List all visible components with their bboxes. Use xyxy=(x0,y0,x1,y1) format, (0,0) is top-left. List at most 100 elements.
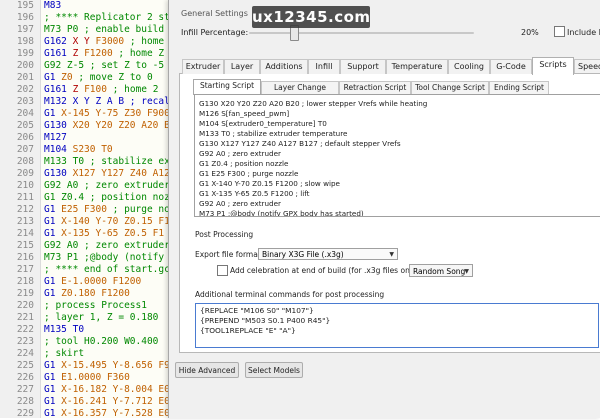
code-token: M104 xyxy=(44,144,73,155)
starting-script-textarea[interactable]: G130 X20 Y20 Z20 A20 B20 ; lower stepper… xyxy=(194,94,600,217)
hide-advanced-button[interactable]: Hide Advanced xyxy=(175,362,239,378)
script-tab-layer-change[interactable]: Layer Change Script xyxy=(261,81,339,104)
line-number: 222 xyxy=(16,324,34,335)
code-line: G1 X-16.241 Y-7.712 E0.0089 xyxy=(44,396,184,408)
code-token: F1200 xyxy=(84,48,119,59)
tab-cooling[interactable]: Cooling xyxy=(448,59,490,74)
line-number: 213 xyxy=(16,216,34,227)
code-token: E1.0000 F360 xyxy=(61,372,130,383)
line-number: 197 xyxy=(16,24,34,35)
tab-extruder[interactable]: Extruder xyxy=(182,59,224,74)
script-line: M133 T0 ; stabilize extruder temperature xyxy=(199,129,348,138)
code-line: M73 P1 ;@body (notify xyxy=(44,252,184,264)
code-token: ; tool H0.200 W0.400 xyxy=(44,336,159,347)
line-number: 204 xyxy=(16,108,34,119)
song-value: Random Song xyxy=(413,267,466,276)
code-token: G1 xyxy=(44,228,62,239)
tab-additions[interactable]: Additions xyxy=(260,59,308,74)
general-settings-title: General Settings xyxy=(181,9,248,18)
tab-layer[interactable]: Layer xyxy=(224,59,260,74)
line-number: 199 xyxy=(16,48,34,59)
code-token: X127 Y127 Z40 A12 xyxy=(72,168,170,179)
song-select[interactable]: Random Song ▼ xyxy=(409,264,473,277)
line-number: 201 xyxy=(16,72,34,83)
code-token: G1 xyxy=(44,372,62,383)
code-line: G161 Z F100 ; home 2 xyxy=(44,84,184,96)
watermark: ux12345.com xyxy=(252,6,370,28)
line-number: 218 xyxy=(16,276,34,287)
script-tab-starting[interactable]: Starting Script xyxy=(193,79,261,95)
include-checkbox[interactable] xyxy=(554,26,565,37)
code-line: ; **** end of start.gc xyxy=(44,264,184,276)
select-models-button[interactable]: Select Models xyxy=(245,362,303,378)
code-token: ; layer 1, Z = 0.180 xyxy=(44,312,159,323)
command-line: {REPLACE "M106 S0" "M107"} xyxy=(200,306,314,315)
tab-support[interactable]: Support xyxy=(340,59,386,74)
code-line: G1 Z0.4 ; position noz xyxy=(44,192,184,204)
code-token: S230 T0 xyxy=(72,144,113,155)
code-token: G162 xyxy=(44,36,73,47)
line-number: 220 xyxy=(16,300,34,311)
line-number: 196 xyxy=(16,12,34,23)
code-token: F3000 xyxy=(95,36,130,47)
code-line: G1 E25 F300 ; purge noz xyxy=(44,204,184,216)
infill-slider-track[interactable] xyxy=(249,32,474,34)
tab-infill[interactable]: Infill xyxy=(308,59,340,74)
code-token: G1 xyxy=(44,108,62,119)
code-token: X20 Y20 Z20 A20 B xyxy=(72,120,170,131)
line-number: 214 xyxy=(16,228,34,239)
script-tab-ending[interactable]: Ending Script xyxy=(489,81,549,94)
code-token: ; skirt xyxy=(44,348,85,359)
code-line: G1 Z0 ; move Z to 0 xyxy=(44,72,184,84)
code-token: G92 A0 ; zero extruder xyxy=(44,180,170,191)
code-token: M133 T0 ; stabilize ex xyxy=(44,156,170,167)
line-number: 210 xyxy=(16,180,34,191)
command-line: {PREPEND "M503 S0.1 P400 R45"} xyxy=(200,316,331,325)
post-processing-title: Post Processing xyxy=(195,230,254,239)
celebration-checkbox[interactable] xyxy=(217,265,228,276)
code-token: X-16.241 Y-7.712 E0.0089 xyxy=(61,396,184,407)
script-line: G130 X20 Y20 Z20 A20 B20 ; lower stepper… xyxy=(199,99,428,108)
line-number: 225 xyxy=(16,360,34,371)
code-line: ; layer 1, Z = 0.180 xyxy=(44,312,184,324)
code-token: M135 T0 xyxy=(44,324,85,335)
additional-commands-label: Additional terminal commands for post pr… xyxy=(195,290,385,299)
code-line: ; skirt xyxy=(44,348,184,360)
line-number: 226 xyxy=(16,372,34,383)
tab-temperature[interactable]: Temperature xyxy=(386,59,448,74)
code-line: G92 Z-5 ; set Z to -5 xyxy=(44,60,184,72)
code-token: ; process Process1 xyxy=(44,300,147,311)
export-format-value: Binary X3G File (.x3g) xyxy=(262,250,344,259)
watermark-text: ux12345.com xyxy=(252,8,371,26)
code-line: M104 S230 T0 xyxy=(44,144,184,156)
chevron-down-icon: ▼ xyxy=(389,251,394,258)
script-line: G92 A0 ; zero extruder xyxy=(199,199,281,208)
code-token: ; **** Replicator 2 st xyxy=(44,12,170,23)
post-processing-commands-textarea[interactable]: {REPLACE "M106 S0" "M107"} {PREPEND "M50… xyxy=(195,303,599,348)
code-token: X-16.357 Y-7.528 E0.0065 xyxy=(61,408,184,419)
infill-label: Infill Percentage: xyxy=(181,28,249,37)
chevron-down-icon: ▼ xyxy=(464,268,469,275)
code-token: X Y xyxy=(72,36,96,47)
code-line: M133 T0 ; stabilize ex xyxy=(44,156,184,168)
export-format-select[interactable]: Binary X3G File (.x3g) ▼ xyxy=(258,248,398,260)
tab-speed[interactable]: Speed xyxy=(574,59,600,73)
code-line: G1 X-145 Y-75 Z30 F900 xyxy=(44,108,184,120)
line-number: 221 xyxy=(16,312,34,323)
code-token: M132 X Y Z A B ; recal xyxy=(44,96,170,107)
line-number: 205 xyxy=(16,120,34,131)
script-line: G130 X127 Y127 Z40 A127 B127 ; default s… xyxy=(199,139,401,148)
tab-scripts[interactable]: Scripts xyxy=(532,57,574,75)
code-line: G130 X127 Y127 Z40 A12 xyxy=(44,168,184,180)
code-line: M127 xyxy=(44,132,184,144)
script-line: M73 P1 ;@body (notify GPX body has start… xyxy=(199,209,364,217)
line-number: 202 xyxy=(16,84,34,95)
script-line: M126 S[fan_speed_pwm] xyxy=(199,109,290,118)
infill-value: 20% xyxy=(521,28,539,37)
script-tab-retraction[interactable]: Retraction Script xyxy=(339,81,411,94)
script-tab-tool-change[interactable]: Tool Change Script xyxy=(411,81,489,94)
code-token: X-15.495 Y-8.656 F9 xyxy=(61,360,170,371)
tab-gcode[interactable]: G-Code xyxy=(490,59,532,74)
code-token: G1 xyxy=(44,288,62,299)
code-token: ; home Z xyxy=(118,48,165,59)
